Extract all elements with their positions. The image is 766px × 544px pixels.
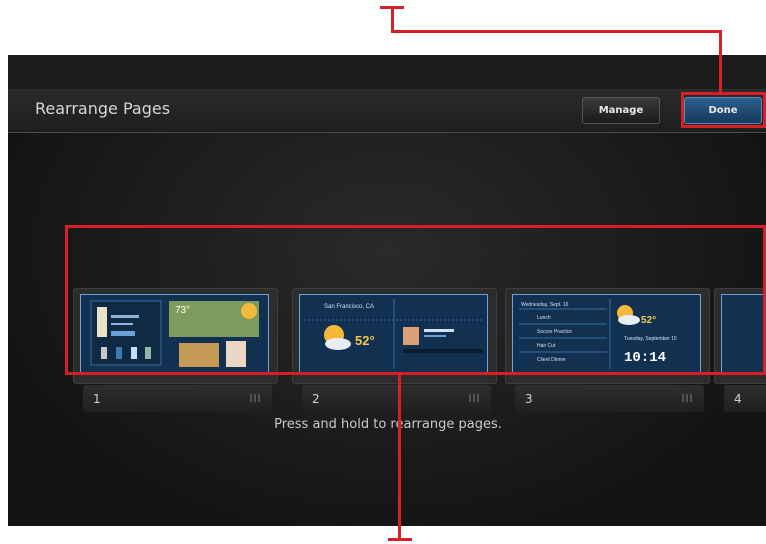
page-title: Rearrange Pages (35, 99, 171, 118)
page-number: 2 (312, 392, 320, 406)
callout-line-bottom-cap (388, 538, 412, 541)
page-label-3: 3 (515, 385, 704, 412)
page-number: 1 (93, 392, 101, 406)
drag-handle-icon[interactable] (682, 394, 694, 402)
page-label-2: 2 (302, 385, 491, 412)
manage-button[interactable]: Manage (582, 97, 660, 124)
callout-line-top-vertical (391, 6, 394, 32)
page-label-4: 4 (724, 385, 766, 412)
status-bar (8, 55, 766, 89)
done-button-callout (681, 92, 766, 128)
page-number: 4 (734, 392, 742, 406)
drag-handle-icon[interactable] (469, 394, 481, 402)
callout-line-bottom-vertical (398, 374, 401, 541)
drag-handle-icon[interactable] (250, 394, 262, 402)
instruction-text: Press and hold to rearrange pages. (274, 417, 502, 432)
page-label-1: 1 (83, 385, 272, 412)
thumbnails-callout (65, 225, 766, 375)
header-bar: Rearrange Pages Manage Done (8, 89, 766, 133)
callout-line-done-connector (719, 30, 722, 94)
page-number: 3 (525, 392, 533, 406)
callout-line-top-horizontal (391, 30, 721, 33)
